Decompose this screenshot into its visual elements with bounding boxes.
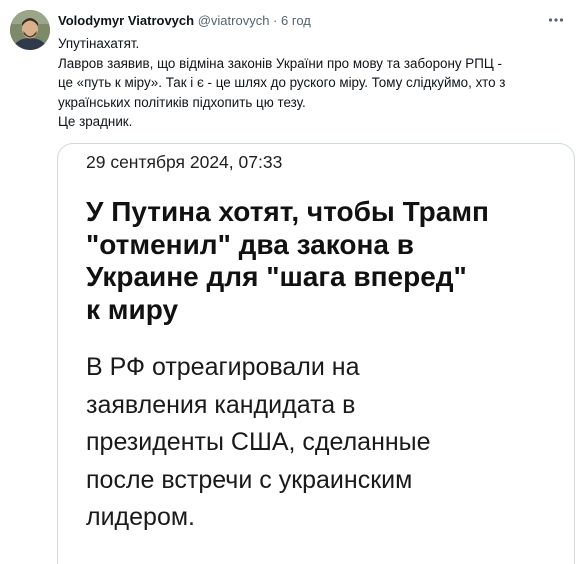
article-headline: У Путина хотят, чтобы Трамп "отменил" дв… [86,196,566,326]
headline-line: У Путина хотят, чтобы Трамп [86,196,489,227]
lead-line: заявления кандидата в [86,390,356,419]
avatar-photo-icon [10,10,50,50]
tweet: Volodymyr Viatrovych @viatrovych · 6 год… [0,0,582,564]
avatar[interactable] [10,10,50,50]
post-time[interactable]: 6 год [281,13,311,28]
tweet-text-line: це «путь к міру». Так і є - це шлях до р… [58,75,506,90]
headline-line: Украине для "шага вперед" [86,261,467,292]
tweet-text-line: Лавров заявив, що відміна законів Україн… [58,55,502,71]
headline-line: к миру [86,293,179,325]
lead-line: В РФ отреагировали на [86,353,360,381]
separator-dot: · [273,13,278,28]
author-handle[interactable]: @viatrovych [198,13,270,28]
tweet-header: Volodymyr Viatrovych @viatrovych · 6 год [58,12,311,29]
lead-line: лидером. [86,503,195,531]
tweet-text: Упутінахатят. Лавров заявив, що відміна … [58,34,574,132]
headline-line: "отменил" два закона в [86,228,414,260]
more-horizontal-icon [548,18,564,22]
lead-line: президенты США, сделанные [86,428,431,456]
tweet-text-line: українських політиків підхопить цю тезу. [58,94,306,110]
tweet-text-line: Це зрадник. [58,114,133,129]
more-options-button[interactable] [544,8,568,32]
tweet-text-line: Упутінахатят. [58,36,140,51]
article-date: 29 сентября 2024, 07:33 [86,152,283,172]
author-name[interactable]: Volodymyr Viatrovych [58,13,194,28]
attached-image[interactable]: 29 сентября 2024, 07:33 У Путина хотят, … [57,143,575,564]
article-lead: В РФ отреагировали на заявления кандидат… [86,349,566,537]
lead-line: после встречи с украинским [86,465,413,494]
